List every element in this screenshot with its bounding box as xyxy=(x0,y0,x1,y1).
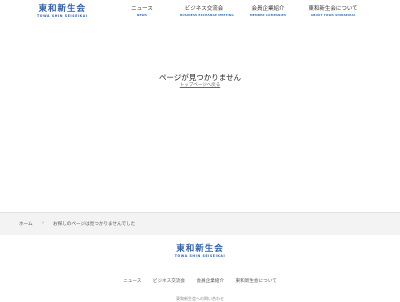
nav-item-business-exchange[interactable]: ビジネス交流会 BUSINESS EXCHANGE MEETING xyxy=(180,6,234,18)
footer-contact-link[interactable]: 東和新生会への問い合わせ xyxy=(0,296,400,302)
logo-subtitle: TOWA SHIN SEISEIKAI xyxy=(37,14,88,18)
logo-title: 東和新生会 xyxy=(38,4,87,14)
breadcrumb: ホーム › お探しのページは見つかりませんでした xyxy=(0,213,400,235)
nav-item-sub: MEMBER COMPANIES xyxy=(249,13,287,17)
nav-item-label: ニュース xyxy=(131,6,153,12)
breadcrumb-home-link[interactable]: ホーム xyxy=(19,221,33,227)
breadcrumb-current: お探しのページは見つかりませんでした xyxy=(53,222,136,227)
nav-item-member-companies[interactable]: 会員企業紹介 MEMBER COMPANIES xyxy=(248,6,288,18)
nav-item-label: 会員企業紹介 xyxy=(251,6,285,12)
site-header: 東和新生会 TOWA SHIN SEISEIKAI ニュース NEWS ビジネス… xyxy=(0,0,400,28)
nav-item-about[interactable]: 東和新生会について ABOUT TOWA SHINSEIKAI xyxy=(306,6,360,18)
footer-logo-title: 東和新生会 xyxy=(176,244,224,254)
footer-logo[interactable]: 東和新生会 TOWA SHIN SEISEIKAI xyxy=(0,244,400,259)
footer-nav-about[interactable]: 東和新生会について xyxy=(236,279,277,284)
chevron-right-icon: › xyxy=(42,220,44,226)
nav-item-sub: BUSINESS EXCHANGE MEETING xyxy=(180,13,234,17)
nav-item-label: 東和新生会について xyxy=(308,6,358,12)
back-to-top-link[interactable]: トップページへ戻る xyxy=(0,82,400,88)
footer-nav-business-exchange[interactable]: ビジネス交流会 xyxy=(153,279,185,284)
footer-nav-news[interactable]: ニュース xyxy=(123,279,141,284)
footer-logo-subtitle: TOWA SHIN SEISEIKAI xyxy=(174,254,226,258)
site-logo[interactable]: 東和新生会 TOWA SHIN SEISEIKAI xyxy=(37,4,88,19)
footer-nav: ニュース ビジネス交流会 会員企業紹介 東和新生会について xyxy=(0,278,400,284)
nav-item-news[interactable]: ニュース NEWS xyxy=(128,6,156,18)
nav-item-sub: ABOUT TOWA SHINSEIKAI xyxy=(310,13,356,17)
nav-item-label: ビジネス交流会 xyxy=(184,6,224,12)
nav-item-sub: NEWS xyxy=(136,13,148,17)
footer-nav-member-companies[interactable]: 会員企業紹介 xyxy=(197,279,225,284)
